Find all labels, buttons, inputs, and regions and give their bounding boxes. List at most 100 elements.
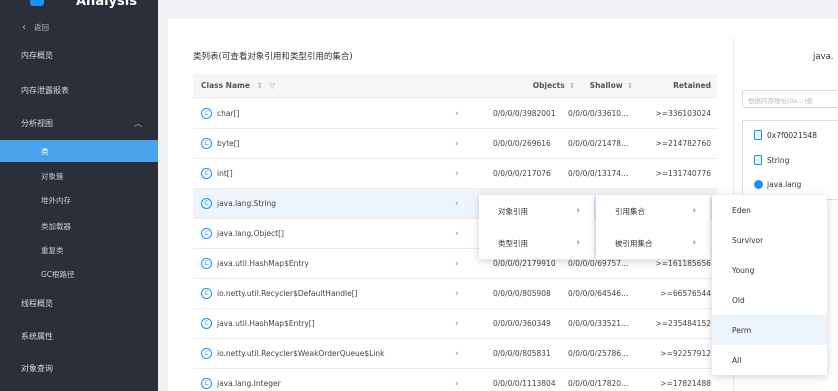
- panel-title: 类列表(可查看对象引用和类型引用的集合): [193, 52, 353, 62]
- class-icon: C: [201, 318, 212, 329]
- column-header-class-name[interactable]: Class Name ⇕ ▽: [201, 81, 275, 90]
- menu-item-label: All: [732, 355, 742, 365]
- menu-item-all[interactable]: All: [712, 345, 827, 375]
- sidebar-subitem-object-cluster[interactable]: 对象簇: [0, 165, 158, 187]
- sidebar-subitem-label: 类: [41, 146, 49, 156]
- menu-item-young[interactable]: Young: [712, 255, 827, 285]
- sort-icon[interactable]: ⇕: [627, 81, 633, 90]
- chevron-right-icon[interactable]: ›: [455, 229, 459, 239]
- sort-icon[interactable]: ⇕: [569, 81, 575, 90]
- column-header-shallow[interactable]: Shallow ⇕: [590, 81, 633, 90]
- back-button[interactable]: ‹ 返回: [0, 16, 158, 38]
- sort-icon[interactable]: ⇕: [257, 81, 263, 90]
- retained-value: >=235484152: [655, 319, 711, 328]
- chevron-right-icon[interactable]: ›: [455, 109, 459, 119]
- sidebar-item-memory-overview[interactable]: 内存概览: [0, 40, 158, 71]
- menu-item-label: Perm: [732, 325, 752, 335]
- retained-value: >=161185656: [655, 259, 711, 268]
- chevron-right-icon: ›: [576, 206, 580, 216]
- tree-item[interactable]: String: [754, 155, 789, 165]
- tree-item[interactable]: java.lang: [754, 180, 801, 189]
- chevron-right-icon[interactable]: ›: [455, 259, 459, 269]
- table-row[interactable]: C java.util.HashMap$Entry[] › 0/0/0/0/36…: [193, 309, 717, 339]
- table-row[interactable]: C java.lang.Integer › 0/0/0/0/1113804 0/…: [193, 369, 717, 391]
- package-icon: [754, 180, 763, 189]
- objects-value: 0/0/0/0/805908: [493, 289, 551, 298]
- column-header-label: Class Name: [201, 81, 250, 90]
- menu-item-old[interactable]: Old: [712, 285, 827, 315]
- sidebar-item-label: 对象查询: [21, 364, 53, 373]
- chevron-right-icon[interactable]: ›: [455, 379, 459, 389]
- menu-item-reference-set[interactable]: 引用集合 ›: [596, 195, 710, 227]
- sidebar-item-object-query[interactable]: 对象查询: [0, 353, 158, 384]
- sidebar-item-analysis-view[interactable]: 分析视图 ︿: [0, 108, 158, 139]
- sidebar-subitem-label: 类加载器: [41, 221, 71, 231]
- class-name: java.lang.Integer: [217, 379, 281, 388]
- column-header-label: Shallow: [589, 81, 623, 90]
- sidebar-subitem-offheap[interactable]: 堆外内存: [0, 189, 158, 211]
- top-bar: [158, 0, 838, 9]
- class-icon: C: [201, 168, 212, 179]
- sidebar-subitem-duplicate-class[interactable]: 重复类: [0, 239, 158, 261]
- chevron-right-icon[interactable]: ›: [455, 199, 459, 209]
- menu-item-label: Survivor: [732, 235, 764, 245]
- class-icon: C: [201, 348, 212, 359]
- filter-icon[interactable]: ▽: [269, 81, 275, 90]
- table-row[interactable]: C io.netty.util.Recycler$DefaultHandle[]…: [193, 279, 717, 309]
- address-search-input[interactable]: 根据内存地址(0x...)查: [742, 90, 838, 108]
- tree-item[interactable]: 0x7f0021548: [754, 130, 817, 140]
- class-name: byte[]: [217, 139, 240, 148]
- app-logo-text: Analysis: [76, 0, 137, 9]
- column-header-label: Objects: [532, 81, 565, 90]
- table-row[interactable]: C byte[] › 0/0/0/0/269616 0/0/0/0/21478.…: [193, 129, 717, 159]
- retained-value: >=214782760: [655, 139, 711, 148]
- column-header-objects[interactable]: Objects ⇕: [533, 81, 575, 90]
- shallow-value: 0/0/0/0/69757...: [568, 259, 629, 268]
- sidebar-item-label: 系统属性: [21, 332, 53, 341]
- table-header: Class Name ⇕ ▽ Objects ⇕ Shallow ⇕ Retaine…: [193, 74, 717, 98]
- table-row[interactable]: C int[] › 0/0/0/0/217076 0/0/0/0/13174..…: [193, 159, 717, 189]
- detail-title: java.: [813, 52, 834, 62]
- sidebar-subitem-classloader[interactable]: 类加载器: [0, 215, 158, 237]
- chevron-right-icon: ›: [576, 238, 580, 248]
- menu-item-label: Old: [732, 295, 745, 305]
- menu-item-referenced-by-set[interactable]: 被引用集合 ›: [596, 227, 710, 259]
- class-icon: C: [201, 228, 212, 239]
- menu-item-survivor[interactable]: Survivor: [712, 225, 827, 255]
- objects-value: 0/0/0/0/1113804: [493, 379, 556, 388]
- menu-item-label: 对象引用: [498, 206, 528, 216]
- objects-value: 0/0/0/0/269616: [493, 139, 551, 148]
- sidebar-subitem-gc-root[interactable]: GC根路径: [0, 263, 158, 285]
- sidebar-item-label: 分析视图: [21, 119, 53, 128]
- retained-value: >=66576544: [660, 289, 711, 298]
- shallow-value: 0/0/0/0/17820...: [568, 379, 629, 388]
- menu-item-label: 引用集合: [615, 206, 645, 216]
- objects-value: 0/0/0/0/2179910: [493, 259, 556, 268]
- menu-item-perm[interactable]: Perm: [712, 315, 827, 345]
- chevron-right-icon[interactable]: ›: [455, 349, 459, 359]
- chevron-right-icon[interactable]: ›: [455, 139, 459, 149]
- menu-item-object-reference[interactable]: 对象引用 ›: [479, 195, 594, 227]
- objects-value: 0/0/0/0/217076: [493, 169, 551, 178]
- table-row[interactable]: C io.netty.util.Recycler$WeakOrderQueue$…: [193, 339, 717, 369]
- class-name: java.lang.Object[]: [217, 229, 284, 238]
- menu-item-type-reference[interactable]: 类型引用 ›: [479, 227, 594, 259]
- sidebar-subitem-label: 对象簇: [41, 171, 64, 181]
- sidebar-subitem-label: GC根路径: [41, 269, 75, 279]
- sidebar-item-leak-report[interactable]: 内存泄露报表: [0, 75, 158, 106]
- class-name: java.util.HashMap$Entry[]: [217, 319, 315, 328]
- table-row[interactable]: C char[] › 0/0/0/0/3982001 0/0/0/0/33610…: [193, 99, 717, 129]
- chevron-right-icon[interactable]: ›: [455, 169, 459, 179]
- chevron-right-icon[interactable]: ›: [455, 319, 459, 329]
- sidebar-item-thread-overview[interactable]: 线程概览: [0, 288, 158, 319]
- tree-item-label: String: [767, 155, 790, 165]
- tree-item-label: 0x7f0021548: [767, 130, 818, 140]
- retained-value: >=92257912: [660, 349, 711, 358]
- objects-value: 0/0/0/0/3982001: [493, 109, 556, 118]
- chevron-right-icon[interactable]: ›: [455, 289, 459, 299]
- sidebar-item-label: 内存泄露报表: [21, 86, 69, 95]
- menu-item-eden[interactable]: Eden: [712, 195, 827, 225]
- sidebar-subitem-class[interactable]: 类: [0, 140, 158, 162]
- sidebar-subitem-label: 重复类: [41, 245, 64, 255]
- sidebar-item-system-properties[interactable]: 系统属性: [0, 321, 158, 352]
